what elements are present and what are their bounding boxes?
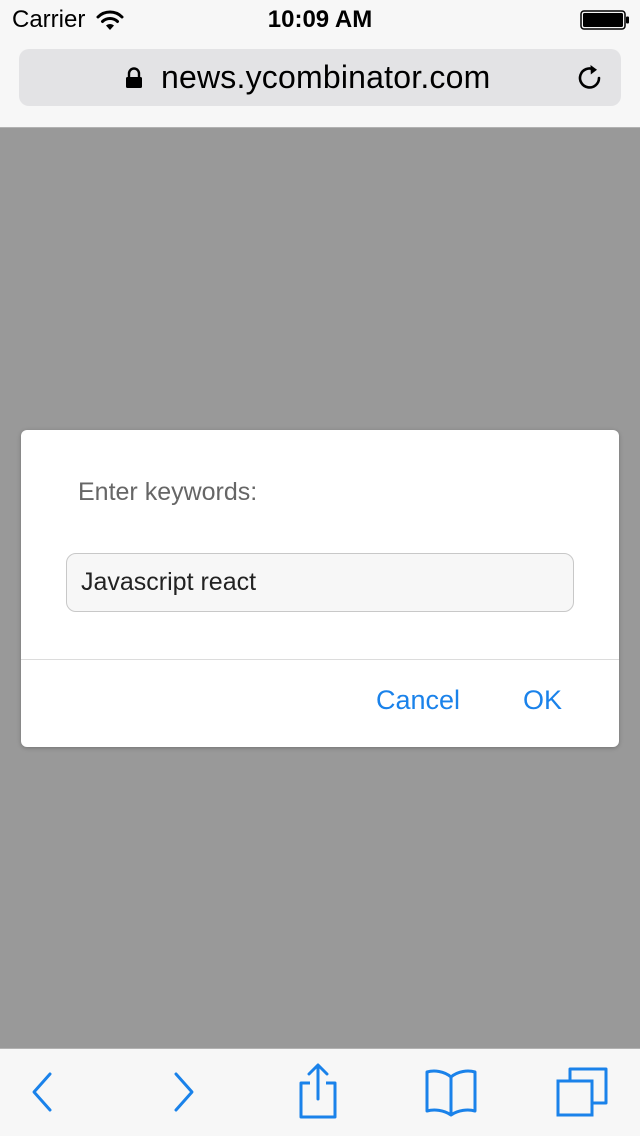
back-icon [32, 1072, 52, 1112]
tabs-icon [556, 1067, 608, 1117]
prompt-dialog: Enter keywords: Cancel OK [21, 430, 619, 747]
status-bar: Carrier 10:09 AM [0, 0, 640, 40]
forward-button[interactable] [168, 1067, 198, 1117]
lock-icon [126, 67, 142, 88]
bookmarks-icon [425, 1069, 477, 1117]
keywords-input[interactable] [66, 553, 574, 612]
share-icon [299, 1063, 337, 1119]
tabs-button[interactable] [556, 1067, 610, 1117]
share-button[interactable] [296, 1063, 340, 1119]
status-time: 10:09 AM [267, 6, 373, 33]
reload-icon[interactable] [575, 63, 605, 93]
dialog-divider [21, 659, 619, 660]
screen: Carrier 10:09 AM news.ycombinator.com En… [0, 0, 640, 1136]
prompt-label: Enter keywords: [78, 478, 258, 506]
browser-header: news.ycombinator.com [0, 40, 640, 128]
url-text: news.ycombinator.com [161, 59, 491, 95]
battery-icon [580, 10, 629, 30]
forward-icon [174, 1072, 194, 1112]
back-button[interactable] [28, 1067, 58, 1117]
bottom-toolbar [0, 1048, 640, 1136]
cancel-button[interactable]: Cancel [376, 685, 460, 716]
ok-button[interactable]: OK [523, 685, 562, 716]
bookmarks-button[interactable] [424, 1067, 478, 1117]
address-bar[interactable]: news.ycombinator.com [19, 49, 621, 106]
